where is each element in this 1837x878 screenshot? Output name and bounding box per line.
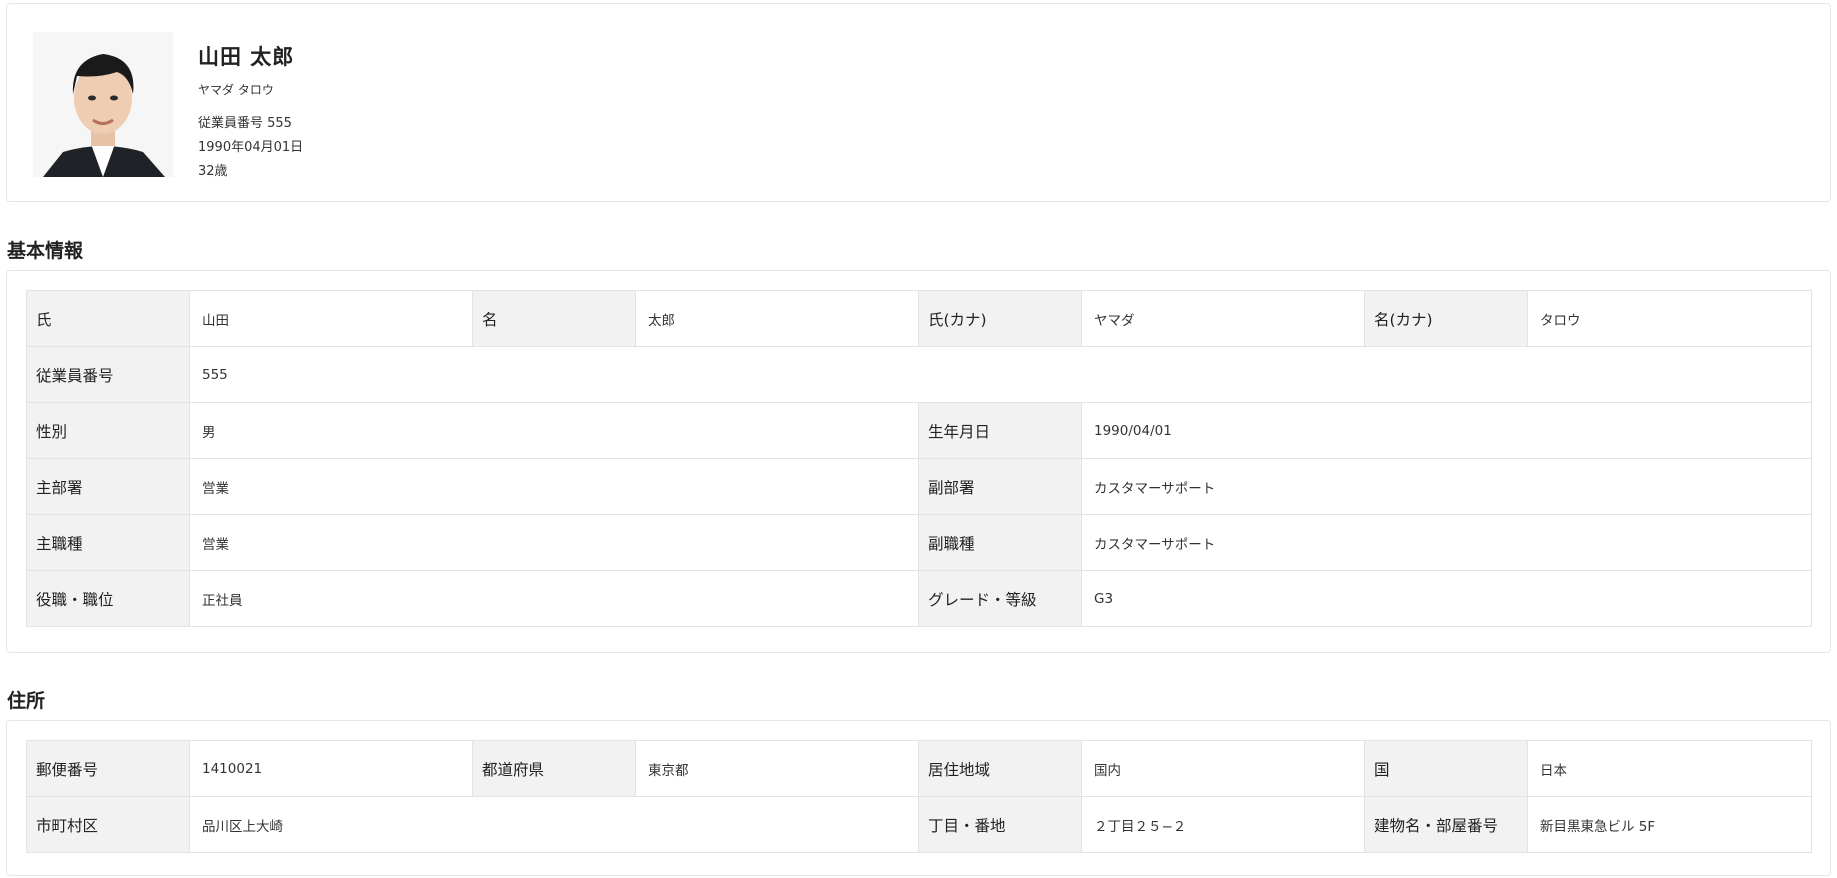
table-row: 従業員番号 555 <box>26 346 1812 403</box>
street-value: ２丁目２５−２ <box>1081 796 1365 853</box>
table-row: 市町村区 品川区上大崎 丁目・番地 ２丁目２５−２ 建物名・部屋番号 新目黒東急… <box>26 796 1812 853</box>
employee-number: 従業員番号 555 <box>198 116 292 131</box>
table-row: 性別 男 生年月日 1990/04/01 <box>26 402 1812 459</box>
employee-name-kana: ヤマダ タロウ <box>198 83 274 97</box>
employee-number-value: 555 <box>189 346 1812 403</box>
basic-info-table: 氏 山田 名 太郎 氏(カナ) ヤマダ 名(カナ) タロウ 従業員番号 555 … <box>26 290 1812 627</box>
sub-department-label: 副部署 <box>918 458 1082 515</box>
region-value: 国内 <box>1081 740 1365 797</box>
main-job-value: 営業 <box>189 514 919 571</box>
table-row: 氏 山田 名 太郎 氏(カナ) ヤマダ 名(カナ) タロウ <box>26 290 1812 347</box>
city-value: 品川区上大崎 <box>189 796 919 853</box>
sub-department-value: カスタマーサポート <box>1081 458 1812 515</box>
position-label: 役職・職位 <box>26 570 190 627</box>
main-department-value: 営業 <box>189 458 919 515</box>
region-label: 居住地域 <box>918 740 1082 797</box>
employee-birthday: 1990年04月01日 <box>198 140 304 155</box>
table-row: 主部署 営業 副部署 カスタマーサポート <box>26 458 1812 515</box>
position-value: 正社員 <box>189 570 919 627</box>
zip-value: 1410021 <box>189 740 473 797</box>
address-heading: 住所 <box>7 690 46 712</box>
first-name-label: 名 <box>472 290 636 347</box>
zip-label: 郵便番号 <box>26 740 190 797</box>
first-name-value: 太郎 <box>635 290 919 347</box>
prefecture-value: 東京都 <box>635 740 919 797</box>
employee-number-label: 従業員番号 <box>26 346 190 403</box>
profile-card: 山田 太郎 ヤマダ タロウ 従業員番号 555 1990年04月01日 32歳 <box>6 3 1831 202</box>
gender-value: 男 <box>189 402 919 459</box>
main-job-label: 主職種 <box>26 514 190 571</box>
birthdate-value: 1990/04/01 <box>1081 402 1812 459</box>
basic-info-heading: 基本情報 <box>7 240 84 262</box>
building-value: 新目黒東急ビル 5F <box>1527 796 1812 853</box>
first-kana-value: タロウ <box>1527 290 1812 347</box>
street-label: 丁目・番地 <box>918 796 1082 853</box>
building-label: 建物名・部屋番号 <box>1364 796 1528 853</box>
table-row: 郵便番号 1410021 都道府県 東京都 居住地域 国内 国 日本 <box>26 740 1812 797</box>
main-department-label: 主部署 <box>26 458 190 515</box>
prefecture-label: 都道府県 <box>472 740 636 797</box>
address-table: 郵便番号 1410021 都道府県 東京都 居住地域 国内 国 日本 市町村区 … <box>26 740 1812 853</box>
table-row: 主職種 営業 副職種 カスタマーサポート <box>26 514 1812 571</box>
gender-label: 性別 <box>26 402 190 459</box>
grade-label: グレード・等級 <box>918 570 1082 627</box>
address-panel: 郵便番号 1410021 都道府県 東京都 居住地域 国内 国 日本 市町村区 … <box>6 720 1831 876</box>
basic-info-panel: 氏 山田 名 太郎 氏(カナ) ヤマダ 名(カナ) タロウ 従業員番号 555 … <box>6 270 1831 653</box>
last-kana-value: ヤマダ <box>1081 290 1365 347</box>
employee-age: 32歳 <box>198 164 228 179</box>
city-label: 市町村区 <box>26 796 190 853</box>
table-row: 役職・職位 正社員 グレード・等級 G3 <box>26 570 1812 627</box>
employee-photo <box>33 32 173 177</box>
employee-name: 山田 太郎 <box>198 45 295 69</box>
last-name-value: 山田 <box>189 290 473 347</box>
country-value: 日本 <box>1527 740 1812 797</box>
grade-value: G3 <box>1081 570 1812 627</box>
sub-job-label: 副職種 <box>918 514 1082 571</box>
sub-job-value: カスタマーサポート <box>1081 514 1812 571</box>
first-kana-label: 名(カナ) <box>1364 290 1528 347</box>
last-name-label: 氏 <box>26 290 190 347</box>
birthdate-label: 生年月日 <box>918 402 1082 459</box>
last-kana-label: 氏(カナ) <box>918 290 1082 347</box>
country-label: 国 <box>1364 740 1528 797</box>
